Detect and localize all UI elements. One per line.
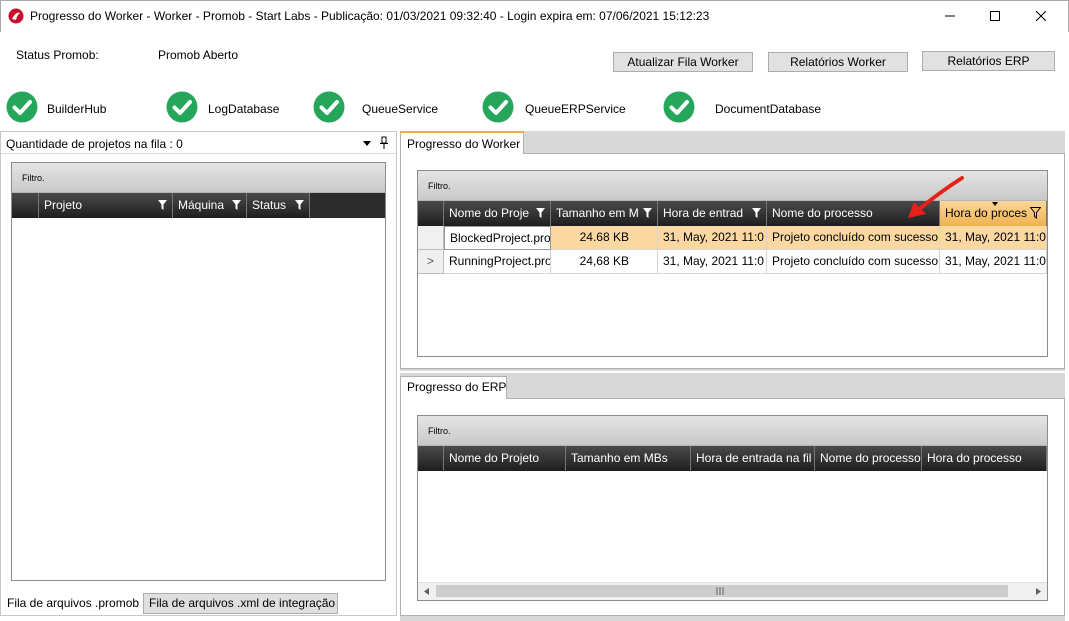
cell-project-name[interactable]: BlockedProject.pro — [444, 226, 551, 250]
column-header-projeto[interactable]: Projeto — [39, 193, 173, 218]
filter-funnel-icon[interactable] — [752, 208, 761, 219]
service-label-queueerpservice: QueueERPService — [525, 102, 626, 116]
minimize-button[interactable] — [927, 0, 973, 31]
filter-funnel-icon[interactable] — [536, 208, 545, 219]
sort-descending-icon — [992, 202, 998, 206]
cell-entry-time[interactable]: 31, May, 2021 11:0 — [658, 250, 767, 274]
column-header-entry-time[interactable]: Hora de entrad — [658, 201, 767, 226]
queue-grid-header: Projeto Máquina Status — [12, 193, 385, 218]
cell-size[interactable]: 24,68 KB — [551, 250, 658, 274]
service-label-documentdatabase: DocumentDatabase — [715, 102, 822, 116]
scrollbar-grip-icon — [716, 587, 724, 595]
service-label-logdatabase: LogDatabase — [208, 102, 280, 116]
dropdown-arrow-icon[interactable] — [362, 137, 372, 149]
row-indicator[interactable] — [418, 226, 444, 250]
check-circle-icon — [663, 91, 695, 123]
row-indicator-header — [418, 201, 444, 226]
column-header-maquina[interactable]: Máquina — [173, 193, 247, 218]
service-label-queueservice: QueueService — [362, 102, 439, 116]
status-label: Status Promob: — [16, 48, 99, 62]
cell-project-name[interactable]: RunningProject.pro — [444, 250, 551, 274]
column-header-process-time[interactable]: Hora do processo — [922, 446, 1047, 471]
close-button[interactable] — [1018, 0, 1064, 31]
scroll-right-button[interactable] — [1030, 582, 1047, 600]
annotation-arrow-icon — [908, 176, 964, 218]
scroll-left-button[interactable] — [418, 582, 435, 600]
window-title: Progresso do Worker - Worker - Promob - … — [30, 9, 710, 23]
filter-funnel-icon[interactable] — [643, 208, 652, 219]
column-header-status[interactable]: Status — [247, 193, 310, 218]
queue-grid: Filtro. Projeto Máquina Status — [11, 162, 386, 581]
tab-promob-queue[interactable]: Fila de arquivos .promob — [3, 593, 140, 615]
column-header-size[interactable]: Tamanho em MBs — [566, 446, 691, 471]
filter-funnel-icon[interactable] — [232, 200, 241, 211]
filter-funnel-icon[interactable] — [158, 200, 167, 211]
erp-grid: Filtro. Nome do Projeto Tamanho em MBs H… — [417, 415, 1048, 601]
cell-process-time[interactable]: 31, May, 2021 11:0 — [940, 250, 1047, 274]
row-indicator[interactable]: > — [418, 250, 444, 274]
row-indicator-header — [418, 446, 444, 471]
filter-funnel-icon[interactable] — [295, 200, 304, 211]
check-circle-icon — [6, 91, 38, 123]
minimize-icon — [945, 15, 955, 16]
header-filler — [310, 193, 385, 218]
queue-count-label: Quantidade de projetos na fila : 0 — [6, 137, 183, 151]
tab-erp-progress[interactable]: Progresso do ERP — [400, 376, 507, 399]
pin-icon[interactable] — [379, 136, 389, 150]
column-header-project-name[interactable]: Nome do Proje — [444, 201, 551, 226]
cell-size[interactable]: 24.68 KB — [551, 226, 658, 250]
column-header-size[interactable]: Tamanho em M — [551, 201, 658, 226]
maximize-button[interactable] — [972, 0, 1018, 31]
erp-filter-bar[interactable]: Filtro. — [418, 416, 1047, 446]
erp-grid-header: Nome do Projeto Tamanho em MBs Hora de e… — [418, 446, 1047, 471]
column-header-process-name[interactable]: Nome do processo — [815, 446, 922, 471]
check-circle-icon — [166, 91, 198, 123]
column-header-project-name[interactable]: Nome do Projeto — [444, 446, 566, 471]
table-row[interactable]: > RunningProject.pro 24,68 KB 31, May, 2… — [418, 250, 1047, 274]
app-logo-icon — [8, 8, 24, 24]
scroll-right-icon — [1036, 587, 1041, 595]
tab-xml-queue[interactable]: Fila de arquivos .xml de integração — [143, 593, 338, 614]
column-header-entry-time[interactable]: Hora de entrada na fil — [691, 446, 815, 471]
erp-reports-button[interactable]: Relatórios ERP — [922, 51, 1055, 71]
maximize-icon — [990, 10, 1000, 21]
status-value: Promob Aberto — [158, 48, 239, 62]
queue-filter-bar[interactable]: Filtro. — [12, 163, 385, 193]
filter-funnel-icon[interactable] — [1030, 207, 1041, 219]
worker-reports-button[interactable]: Relatórios Worker — [768, 52, 908, 72]
service-label-builderhub: BuilderHub — [47, 102, 107, 116]
check-circle-icon — [482, 91, 514, 123]
tab-worker-progress[interactable]: Progresso do Worker — [400, 131, 524, 154]
update-queue-button[interactable]: Atualizar Fila Worker — [613, 52, 753, 72]
close-icon — [1036, 10, 1046, 21]
scroll-left-icon — [424, 587, 429, 595]
cell-entry-time[interactable]: 31, May, 2021 11:0 — [658, 226, 767, 250]
cell-process-name[interactable]: Projeto concluído com sucesso — [767, 250, 940, 274]
check-circle-icon — [313, 91, 345, 123]
row-indicator-header — [12, 193, 39, 218]
